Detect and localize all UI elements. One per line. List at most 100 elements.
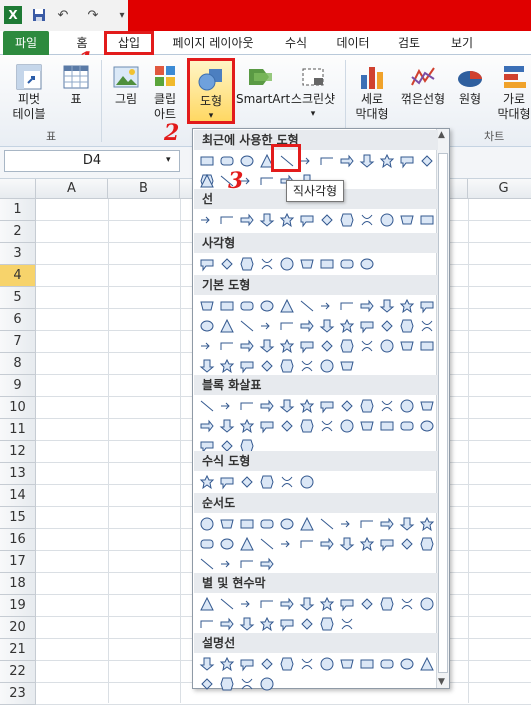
- select-all-corner[interactable]: [0, 179, 36, 199]
- row-header[interactable]: 18: [0, 573, 36, 595]
- shape-recent-icon[interactable]: [337, 151, 357, 171]
- shape-arrows-icon[interactable]: [317, 396, 337, 416]
- row-header[interactable]: 8: [0, 353, 36, 375]
- shape-rect-icon[interactable]: [337, 254, 357, 274]
- shape-basic-icon[interactable]: [397, 316, 417, 336]
- column-header-a[interactable]: A: [36, 179, 108, 199]
- name-box[interactable]: D4: [4, 150, 180, 172]
- shape-basic-icon[interactable]: [337, 296, 357, 316]
- shape-flowchart-icon[interactable]: [277, 534, 297, 554]
- shape-basic-icon[interactable]: [377, 296, 397, 316]
- shape-stars-icon[interactable]: [257, 594, 277, 614]
- shape-callouts-icon[interactable]: [357, 654, 377, 674]
- shape-basic-icon[interactable]: [317, 296, 337, 316]
- shape-flowchart-icon[interactable]: [277, 514, 297, 534]
- shape-basic-icon[interactable]: [277, 296, 297, 316]
- shape-basic-icon[interactable]: [217, 316, 237, 336]
- row-header[interactable]: 10: [0, 397, 36, 419]
- shape-equation-icon[interactable]: [217, 472, 237, 492]
- screenshot-button[interactable]: 스크린샷 ▾: [288, 62, 338, 122]
- shape-basic-icon[interactable]: [237, 296, 257, 316]
- shape-basic-icon[interactable]: [417, 296, 437, 316]
- row-header[interactable]: 21: [0, 639, 36, 661]
- shape-rect-icon[interactable]: [297, 254, 317, 274]
- tab-insert[interactable]: 삽입: [104, 31, 154, 55]
- shape-basic-icon[interactable]: [377, 336, 397, 356]
- shape-callouts-icon[interactable]: [237, 674, 257, 694]
- shape-basic-icon[interactable]: [397, 296, 417, 316]
- shape-flowchart-icon[interactable]: [337, 534, 357, 554]
- shape-basic-icon[interactable]: [217, 356, 237, 376]
- shape-flowchart-icon[interactable]: [257, 534, 277, 554]
- shape-flowchart-icon[interactable]: [397, 514, 417, 534]
- shape-flowchart-icon[interactable]: [317, 514, 337, 534]
- shape-stars-icon[interactable]: [357, 594, 377, 614]
- pivot-table-button[interactable]: 피벗 테이블: [4, 62, 54, 122]
- shape-basic-icon[interactable]: [217, 296, 237, 316]
- shape-lines-icon[interactable]: [317, 210, 337, 230]
- row-header[interactable]: 14: [0, 485, 36, 507]
- row-header[interactable]: 22: [0, 661, 36, 683]
- shapes-gallery[interactable]: ▲ ▼ 최근에 사용한 도형 선 사각형 기본 도형 블록 화살표 수식 도형 순서도 별 및…: [192, 128, 450, 691]
- shape-stars-icon[interactable]: [337, 614, 357, 634]
- shape-equation-icon[interactable]: [197, 472, 217, 492]
- shape-basic-icon[interactable]: [357, 316, 377, 336]
- save-icon[interactable]: [30, 6, 48, 24]
- shape-stars-icon[interactable]: [297, 594, 317, 614]
- shape-recent-icon[interactable]: [317, 151, 337, 171]
- smartart-button[interactable]: SmartArt: [236, 62, 290, 107]
- shape-arrows-icon[interactable]: [257, 396, 277, 416]
- shape-basic-icon[interactable]: [337, 316, 357, 336]
- pie-chart-button[interactable]: 원형: [452, 62, 488, 107]
- shape-callouts-icon[interactable]: [317, 654, 337, 674]
- shape-flowchart-icon[interactable]: [357, 514, 377, 534]
- redo-icon[interactable]: ↷: [84, 6, 102, 24]
- shape-flowchart-icon[interactable]: [217, 534, 237, 554]
- shape-arrows-icon[interactable]: [337, 416, 357, 436]
- column-header-b[interactable]: B: [108, 179, 180, 199]
- shape-callouts-icon[interactable]: [257, 674, 277, 694]
- shape-basic-icon[interactable]: [197, 316, 217, 336]
- shape-arrows-icon[interactable]: [417, 416, 437, 436]
- row-header[interactable]: 6: [0, 309, 36, 331]
- shape-callouts-icon[interactable]: [217, 654, 237, 674]
- shape-arrows-icon[interactable]: [357, 416, 377, 436]
- row-header[interactable]: 23: [0, 683, 36, 705]
- shape-stars-icon[interactable]: [297, 614, 317, 634]
- shape-stars-icon[interactable]: [317, 594, 337, 614]
- shape-equation-icon[interactable]: [277, 472, 297, 492]
- shape-flowchart-icon[interactable]: [357, 534, 377, 554]
- shape-arrows-icon[interactable]: [417, 396, 437, 416]
- shape-arrows-icon[interactable]: [237, 416, 257, 436]
- shape-flowchart-icon[interactable]: [197, 514, 217, 534]
- shape-rect-icon[interactable]: [257, 254, 277, 274]
- shape-arrows-icon[interactable]: [277, 396, 297, 416]
- shape-basic-icon[interactable]: [277, 356, 297, 376]
- shape-stars-icon[interactable]: [337, 594, 357, 614]
- shape-callouts-icon[interactable]: [197, 674, 217, 694]
- shape-callouts-icon[interactable]: [217, 674, 237, 694]
- shape-rect-icon[interactable]: [237, 254, 257, 274]
- shape-stars-icon[interactable]: [317, 614, 337, 634]
- row-header[interactable]: 3: [0, 243, 36, 265]
- shape-rect-icon[interactable]: [317, 254, 337, 274]
- shape-equation-icon[interactable]: [237, 472, 257, 492]
- shape-lines-icon[interactable]: [237, 210, 257, 230]
- shape-basic-icon[interactable]: [297, 336, 317, 356]
- shapes-button[interactable]: 도형 ▾: [187, 58, 235, 124]
- shape-basic-icon[interactable]: [397, 336, 417, 356]
- shape-callouts-icon[interactable]: [397, 654, 417, 674]
- shape-basic-icon[interactable]: [257, 336, 277, 356]
- shape-basic-icon[interactable]: [277, 336, 297, 356]
- shape-callouts-icon[interactable]: [197, 654, 217, 674]
- shape-arrows-icon[interactable]: [217, 416, 237, 436]
- shape-basic-icon[interactable]: [377, 316, 397, 336]
- shape-flowchart-icon[interactable]: [237, 534, 257, 554]
- shape-basic-icon[interactable]: [357, 296, 377, 316]
- shape-callouts-icon[interactable]: [297, 654, 317, 674]
- row-header[interactable]: 5: [0, 287, 36, 309]
- row-header[interactable]: 9: [0, 375, 36, 397]
- clip-art-button[interactable]: 클립 아트: [148, 62, 182, 122]
- shape-flowchart-icon[interactable]: [377, 534, 397, 554]
- shape-rect-icon[interactable]: [217, 254, 237, 274]
